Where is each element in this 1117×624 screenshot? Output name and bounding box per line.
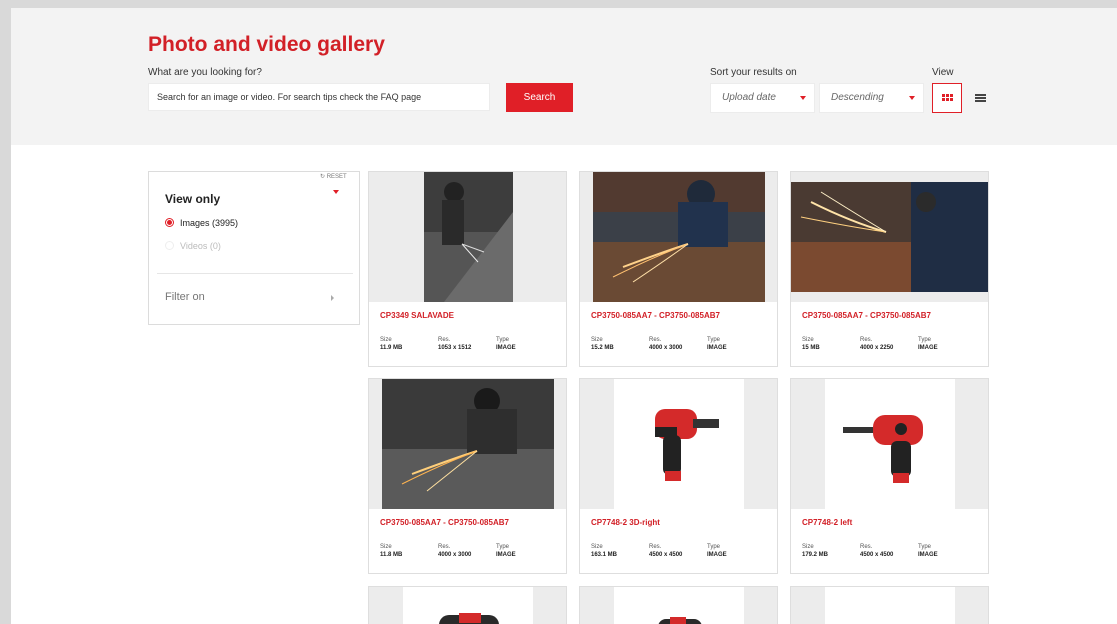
- card-title[interactable]: CP3349 SALAVADE: [380, 311, 454, 320]
- card-meta-res: Res. 4000 x 2250: [860, 337, 894, 351]
- card-meta-res: Res. 1053 x 1512: [438, 337, 472, 351]
- gallery-card[interactable]: CP3750-085AA7 - CP3750-085AB7 Size 11.8 M…: [368, 378, 567, 574]
- product-photo-bg: [825, 587, 955, 624]
- filter-on-label[interactable]: Filter on: [165, 291, 205, 303]
- welding-photo-image: [791, 182, 988, 292]
- impact-wrench-image: [658, 617, 702, 624]
- card-meta-res: Res. 4000 x 3000: [438, 544, 472, 558]
- card-meta-type: Type IMAGE: [707, 544, 727, 558]
- card-thumbnail[interactable]: [369, 172, 566, 302]
- gallery-card[interactable]: [790, 586, 989, 624]
- sort-field-select[interactable]: Upload date: [710, 83, 815, 113]
- filter-images-label: Images (3995): [180, 218, 239, 228]
- search-button[interactable]: Search: [506, 83, 573, 112]
- search-label: What are you looking for?: [148, 67, 262, 78]
- card-meta-res: Res. 4500 x 4500: [860, 544, 894, 558]
- card-meta-size: Size 11.9 MB: [380, 337, 403, 351]
- gallery-card[interactable]: CP7748-2 left Size 179.2 MB Res. 4500 x 45…: [790, 378, 989, 574]
- filter-images-option[interactable]: Images (3995): [165, 218, 238, 228]
- card-thumbnail[interactable]: [791, 172, 988, 302]
- reset-button[interactable]: ↻ RESET: [320, 173, 347, 180]
- gallery-card[interactable]: CP3750-085AA7 - CP3750-085AB7 Size 15 MB …: [790, 171, 989, 367]
- card-meta-size: Size 15.2 MB: [591, 337, 614, 351]
- welding-photo-image: [382, 379, 554, 509]
- gallery-card[interactable]: CP3750-085AA7 - CP3750-085AB7 Size 15.2 M…: [579, 171, 778, 367]
- card-title[interactable]: CP3750-085AA7 - CP3750-085AB7: [591, 311, 720, 320]
- page: Photo and video gallery What are you loo…: [11, 8, 1117, 624]
- filter-videos-label: Videos (0): [180, 241, 221, 251]
- card-meta-res: Res. 4000 x 3000: [649, 337, 683, 351]
- card-thumbnail[interactable]: [580, 172, 777, 302]
- chevron-right-icon[interactable]: [331, 295, 334, 301]
- sort-order-select[interactable]: Descending: [819, 83, 924, 113]
- search-input[interactable]: Search for an image or video. For search…: [148, 83, 490, 111]
- radio-unchecked-icon: [165, 241, 174, 250]
- gallery-card[interactable]: CP7748-2 3D-right Size 163.1 MB Res. 4500 …: [579, 378, 778, 574]
- card-title[interactable]: CP7748-2 3D-right: [591, 518, 660, 527]
- card-thumbnail[interactable]: [791, 587, 988, 624]
- card-meta-size: Size 15 MB: [802, 337, 820, 351]
- sidebar-divider: [157, 273, 353, 274]
- sort-field-value: Upload date: [722, 92, 776, 103]
- list-view-button[interactable]: [965, 83, 995, 113]
- card-thumbnail[interactable]: [580, 587, 777, 624]
- impact-wrench-image: [439, 613, 499, 624]
- view-label: View: [932, 67, 954, 78]
- welding-photo-image: [593, 172, 765, 302]
- card-thumbnail[interactable]: [369, 587, 566, 624]
- gallery-card[interactable]: CP3349 SALAVADE Size 11.9 MB Res. 1053 x 1…: [368, 171, 567, 367]
- filter-sidebar: ↻ RESET View only Images (3995) Videos (…: [148, 171, 360, 325]
- card-title[interactable]: CP3750-085AA7 - CP3750-085AB7: [802, 311, 931, 320]
- card-meta-type: Type IMAGE: [918, 544, 938, 558]
- gallery-card[interactable]: [579, 586, 778, 624]
- gallery-card[interactable]: [368, 586, 567, 624]
- chevron-down-icon: [909, 96, 915, 100]
- impact-wrench-image: [843, 415, 923, 483]
- sort-order-value: Descending: [831, 92, 884, 103]
- card-meta-type: Type IMAGE: [707, 337, 727, 351]
- card-thumbnail[interactable]: [791, 379, 988, 509]
- card-meta-type: Type IMAGE: [496, 544, 516, 558]
- chevron-down-icon: [800, 96, 806, 100]
- card-meta-size: Size 163.1 MB: [591, 544, 618, 558]
- sort-label: Sort your results on: [710, 67, 797, 78]
- page-title: Photo and video gallery: [148, 33, 385, 56]
- card-thumbnail[interactable]: [369, 379, 566, 509]
- welding-photo-image: [424, 172, 513, 302]
- grid-icon: [942, 94, 953, 102]
- card-meta-size: Size 179.2 MB: [802, 544, 829, 558]
- card-thumbnail[interactable]: [580, 379, 777, 509]
- card-title[interactable]: CP3750-085AA7 - CP3750-085AB7: [380, 518, 509, 527]
- view-only-heading: View only: [165, 192, 221, 206]
- filter-videos-option[interactable]: Videos (0): [165, 241, 221, 251]
- collapse-caret-icon[interactable]: [333, 190, 339, 194]
- card-meta-res: Res. 4500 x 4500: [649, 544, 683, 558]
- card-meta-type: Type IMAGE: [918, 337, 938, 351]
- impact-wrench-image: [655, 409, 719, 481]
- card-title[interactable]: CP7748-2 left: [802, 518, 852, 527]
- list-icon: [975, 94, 986, 102]
- card-meta-type: Type IMAGE: [496, 337, 516, 351]
- card-meta-size: Size 11.8 MB: [380, 544, 403, 558]
- grid-view-button[interactable]: [932, 83, 962, 113]
- gallery-header: Photo and video gallery What are you loo…: [11, 8, 1117, 145]
- radio-checked-icon: [165, 218, 174, 227]
